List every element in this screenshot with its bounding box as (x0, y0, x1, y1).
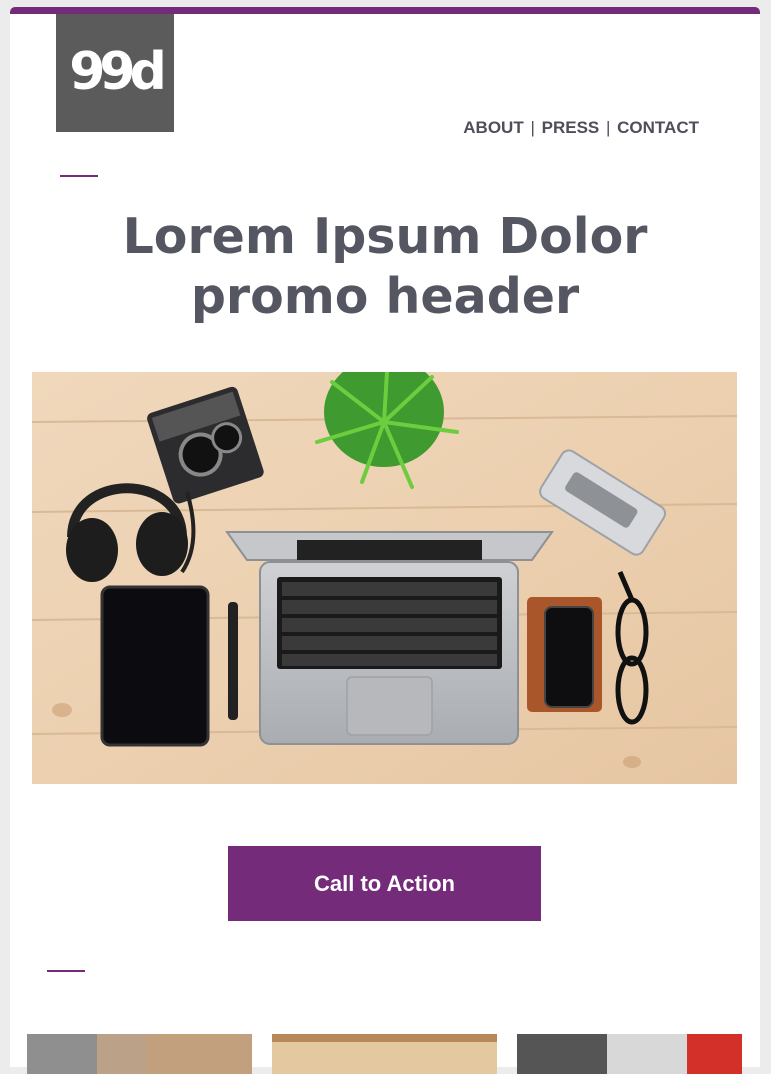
email-card: 99d ABOUT | PRESS | CONTACT Lorem Ipsum … (10, 7, 760, 1074)
laptop-graphic (225, 531, 554, 745)
thumbnail-1[interactable] (27, 1034, 252, 1074)
thumbnail-3[interactable] (517, 1034, 742, 1074)
headline-line-2: promo header (190, 268, 580, 325)
accent-divider-bottom (47, 970, 85, 972)
logo-text: 99d (69, 42, 167, 102)
nav-about-link[interactable]: ABOUT (463, 118, 523, 137)
pen-graphic (228, 602, 238, 720)
nav-separator: | (606, 118, 611, 137)
phone-graphic (544, 606, 594, 708)
top-nav: ABOUT | PRESS | CONTACT (463, 118, 699, 138)
thumbnail-2[interactable] (272, 1034, 497, 1074)
nav-separator: | (530, 118, 535, 137)
nav-press-link[interactable]: PRESS (542, 118, 600, 137)
promo-headline: Lorem Ipsum Dolor promo header (10, 207, 760, 327)
accent-divider-top (60, 175, 98, 177)
hero-image (32, 372, 737, 784)
headline-line-1: Lorem Ipsum Dolor (122, 208, 648, 265)
nav-contact-link[interactable]: CONTACT (617, 118, 699, 137)
call-to-action-button[interactable]: Call to Action (228, 846, 541, 921)
brand-logo[interactable]: 99d (56, 14, 174, 132)
tablet-graphic (100, 585, 210, 747)
